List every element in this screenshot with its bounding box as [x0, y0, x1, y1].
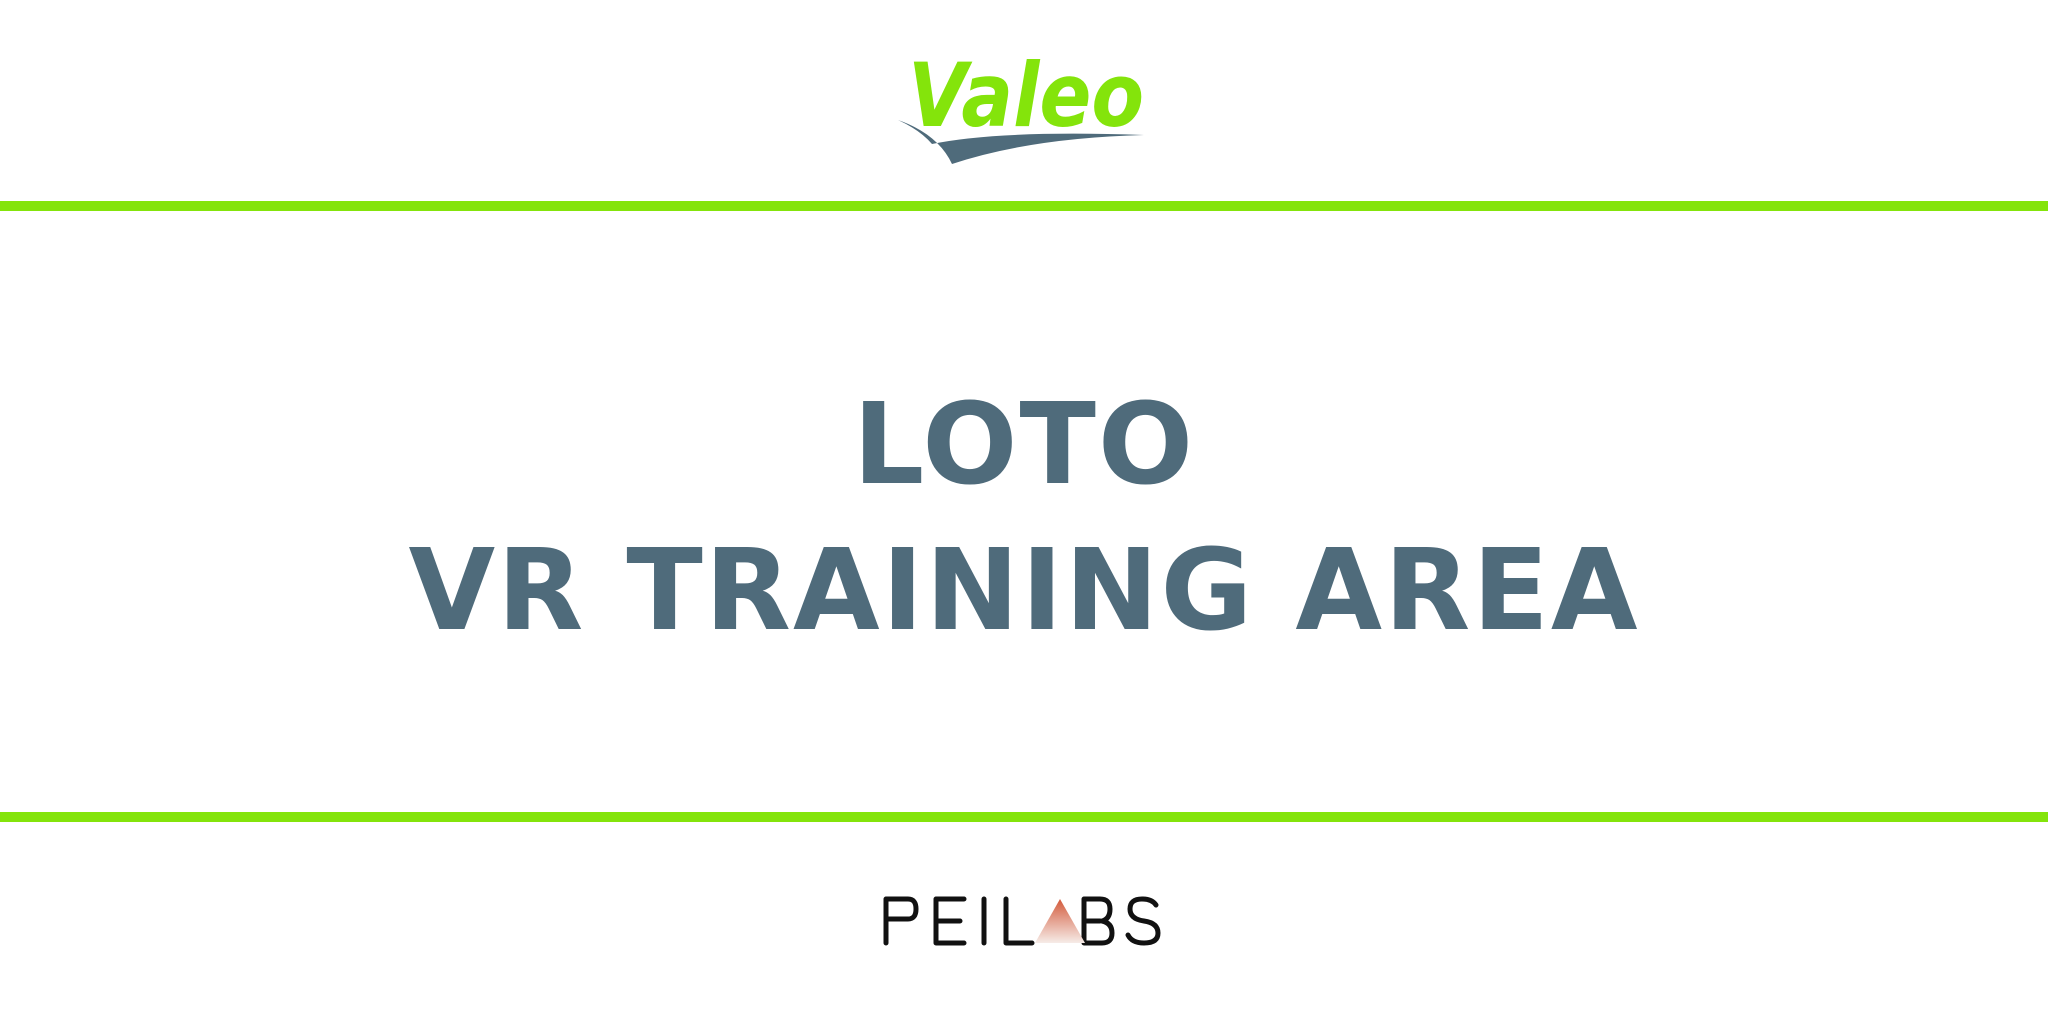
- page-title: LOTO VR TRAINING AREA: [0, 372, 2048, 664]
- bottom-divider: [0, 812, 2048, 822]
- peilabs-logo-icon: [883, 896, 1161, 946]
- peilabs-logo: [880, 893, 1170, 949]
- top-divider: [0, 201, 2048, 211]
- valeo-logo-icon: Valeo: [898, 48, 1144, 164]
- valeo-logo: Valeo: [890, 48, 1160, 173]
- title-line-2: VR TRAINING AREA: [408, 526, 1640, 656]
- title-line-1: LOTO: [852, 380, 1196, 510]
- svg-text:Valeo: Valeo: [908, 48, 1144, 147]
